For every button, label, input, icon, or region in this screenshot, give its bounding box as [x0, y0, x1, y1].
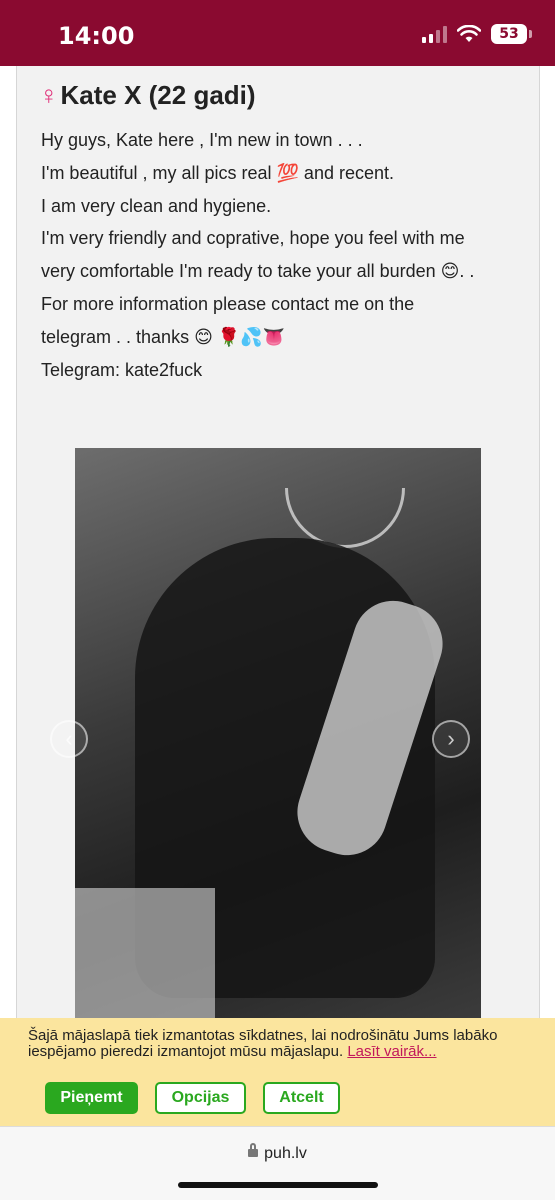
description-line: very comfortable I'm ready to take your … — [41, 261, 475, 282]
description-line: Telegram: kate2fuck — [41, 359, 203, 380]
listing-card: ♀Kate X (22 gadi) Hy guys, Kate here , I… — [16, 66, 540, 1126]
description-line: Hy guys, Kate here , I'm new in town . .… — [41, 130, 363, 150]
description-line: I am very clean and hygiene. — [41, 195, 272, 216]
description-line: I'm beautiful , my all pics real 💯 and r… — [41, 162, 394, 183]
cookie-options-button[interactable]: Opcijas — [155, 1082, 246, 1114]
browser-url-bar[interactable]: puh.lv — [0, 1126, 555, 1200]
cookie-read-more-link[interactable]: Lasīt vairāk... — [347, 1043, 436, 1060]
description-line: telegram . . thanks 😊 🌹💦👅 — [41, 326, 286, 347]
cookie-accept-button[interactable]: Pieņemt — [45, 1082, 138, 1114]
status-time: 14:00 — [58, 22, 135, 50]
female-symbol-icon: ♀ — [39, 80, 59, 110]
description-line: For more information please contact me o… — [41, 293, 415, 314]
cookie-text: Šajā mājaslapā tiek izmantotas sīkdatnes… — [28, 1028, 528, 1060]
carousel-next-button[interactable]: › — [432, 720, 470, 758]
description-line: I'm very friendly and coprative, hope yo… — [41, 228, 465, 249]
cookie-banner: Šajā mājaslapā tiek izmantotas sīkdatnes… — [0, 1018, 555, 1126]
lock-icon — [248, 1143, 259, 1157]
url-display[interactable]: puh.lv — [0, 1143, 555, 1163]
battery-icon: 53 — [491, 24, 532, 44]
listing-description: Hy guys, Kate here , I'm new in town . .… — [41, 124, 531, 386]
cellular-signal-icon — [422, 25, 447, 43]
listing-title: ♀Kate X (22 gadi) — [39, 80, 256, 111]
page-content: ♀Kate X (22 gadi) Hy guys, Kate here , I… — [0, 66, 555, 1126]
cookie-cancel-button[interactable]: Atcelt — [263, 1082, 340, 1114]
status-bar: 14:00 53 — [0, 0, 555, 66]
listing-title-text: Kate X (22 gadi) — [60, 80, 256, 110]
wifi-icon — [457, 25, 481, 42]
carousel-prev-button[interactable]: ‹ — [50, 720, 88, 758]
home-indicator[interactable] — [178, 1182, 378, 1188]
status-icons: 53 — [422, 24, 532, 44]
url-text: puh.lv — [264, 1145, 307, 1162]
